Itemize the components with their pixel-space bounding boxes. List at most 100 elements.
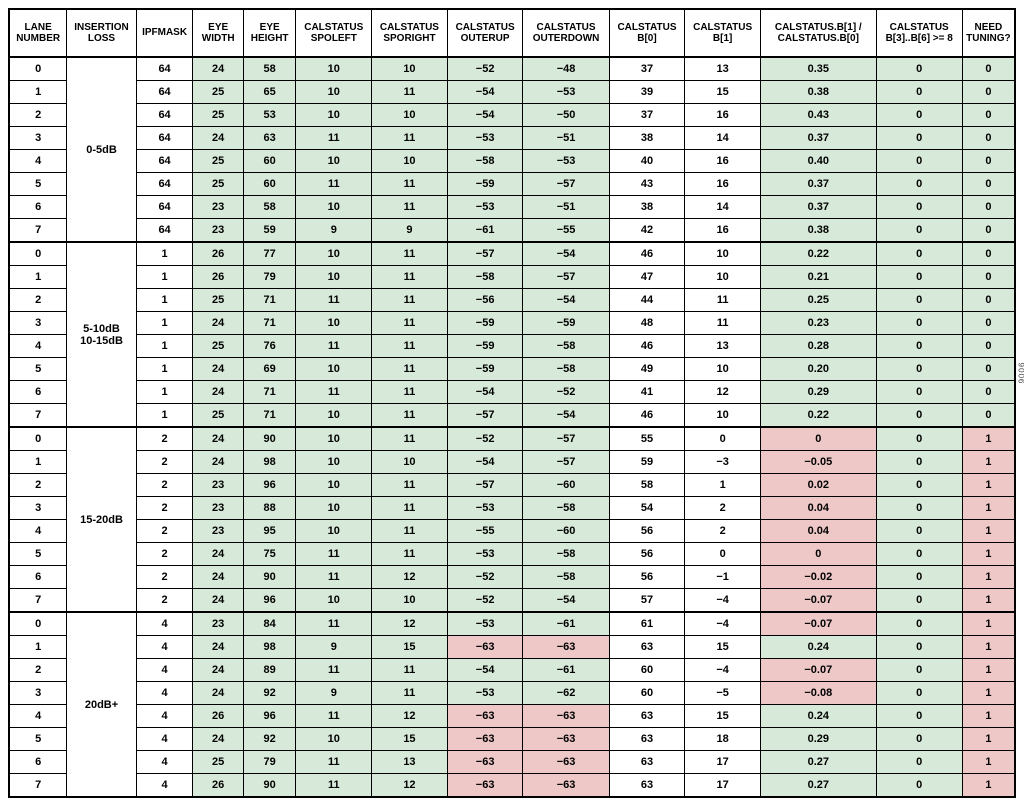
cell-od: −54: [523, 404, 609, 428]
cell-b0: 63: [609, 728, 685, 751]
cell-spl: 11: [296, 566, 372, 589]
cell-eh: 63: [243, 127, 296, 150]
cell-b0: 60: [609, 682, 685, 705]
cell-b1: 14: [685, 127, 761, 150]
cell-b0: 38: [609, 127, 685, 150]
cell-ipf: 2: [136, 497, 193, 520]
cell-b36: 0: [876, 335, 962, 358]
cell-ratio: 0: [760, 543, 876, 566]
cell-nt: 1: [962, 728, 1015, 751]
cell-ratio: 0.37: [760, 196, 876, 219]
cell-lane: 6: [9, 381, 67, 404]
cell-ipf: 64: [136, 127, 193, 150]
cell-spl: 10: [296, 104, 372, 127]
cell-lane: 2: [9, 104, 67, 127]
insertion-loss-group: 20dB+: [67, 612, 136, 797]
cell-ew: 24: [193, 659, 243, 682]
cell-b0: 57: [609, 589, 685, 613]
cell-eh: 79: [243, 266, 296, 289]
table-row: 342492911−53−6260−5−0.0801: [9, 682, 1015, 705]
cell-ipf: 64: [136, 173, 193, 196]
cell-ratio: 0.04: [760, 497, 876, 520]
cell-ratio: 0.29: [760, 728, 876, 751]
table-row: 1224981010−54−5759−3−0.0501: [9, 451, 1015, 474]
table-row: 4223951011−55−605620.0401: [9, 520, 1015, 543]
cell-b36: 0: [876, 659, 962, 682]
cell-lane: 2: [9, 659, 67, 682]
cell-ou: −59: [447, 358, 523, 381]
cell-ratio: −0.07: [760, 659, 876, 682]
cell-ou: −63: [447, 751, 523, 774]
table-row: 7224961010−52−5457−4−0.0701: [9, 589, 1015, 613]
cell-b1: 1: [685, 474, 761, 497]
cell-b36: 0: [876, 543, 962, 566]
cell-spr: 11: [372, 266, 448, 289]
column-header: CALSTATUS SPOLEFT: [296, 9, 372, 57]
cell-spl: 10: [296, 474, 372, 497]
cell-b1: −4: [685, 589, 761, 613]
cell-ipf: 4: [136, 705, 193, 728]
table-row: 66423581011−53−5138140.3700: [9, 196, 1015, 219]
cell-ratio: 0.38: [760, 219, 876, 243]
cell-spr: 11: [372, 497, 448, 520]
cell-b36: 0: [876, 774, 962, 798]
cell-ou: −53: [447, 127, 523, 150]
cell-lane: 1: [9, 266, 67, 289]
cell-ew: 25: [193, 335, 243, 358]
cell-b0: 44: [609, 289, 685, 312]
cell-ratio: 0.27: [760, 774, 876, 798]
cell-spl: 11: [296, 751, 372, 774]
column-header: CALSTATUS SPORIGHT: [372, 9, 448, 57]
cell-ew: 24: [193, 682, 243, 705]
cell-b1: 15: [685, 636, 761, 659]
cell-od: −62: [523, 682, 609, 705]
cell-eh: 96: [243, 589, 296, 613]
cell-b0: 37: [609, 104, 685, 127]
cell-od: −50: [523, 104, 609, 127]
cell-spl: 11: [296, 127, 372, 150]
cell-spr: 11: [372, 520, 448, 543]
cell-spl: 10: [296, 589, 372, 613]
cell-ou: −57: [447, 474, 523, 497]
cell-ratio: 0.24: [760, 636, 876, 659]
cell-spr: 12: [372, 612, 448, 636]
cell-od: −53: [523, 150, 609, 173]
column-header: CALSTATUS B[1]: [685, 9, 761, 57]
cell-ratio: 0.25: [760, 289, 876, 312]
cell-b0: 63: [609, 636, 685, 659]
table-row: 16425651011−54−5339150.3800: [9, 81, 1015, 104]
cell-nt: 1: [962, 427, 1015, 451]
cell-ratio: 0.28: [760, 335, 876, 358]
cell-ratio: 0.38: [760, 81, 876, 104]
cell-nt: 1: [962, 612, 1015, 636]
cell-b0: 56: [609, 566, 685, 589]
cell-lane: 6: [9, 566, 67, 589]
cell-ou: −57: [447, 404, 523, 428]
cell-ratio: 0.22: [760, 242, 876, 266]
cell-b1: 13: [685, 335, 761, 358]
cell-eh: 59: [243, 219, 296, 243]
cell-spl: 11: [296, 705, 372, 728]
cell-od: −58: [523, 335, 609, 358]
table-row: 2125711111−56−5444110.2500: [9, 289, 1015, 312]
cell-eh: 58: [243, 196, 296, 219]
cell-eh: 71: [243, 381, 296, 404]
cell-ew: 23: [193, 196, 243, 219]
cell-spr: 10: [372, 57, 448, 81]
cell-b36: 0: [876, 196, 962, 219]
table-row: 5124691011−59−5849100.2000: [9, 358, 1015, 381]
cell-b1: 16: [685, 150, 761, 173]
cell-nt: 0: [962, 358, 1015, 381]
cell-ew: 24: [193, 451, 243, 474]
table-row: 4125761111−59−5846130.2800: [9, 335, 1015, 358]
cell-spl: 10: [296, 266, 372, 289]
cell-b0: 49: [609, 358, 685, 381]
cell-b36: 0: [876, 57, 962, 81]
cell-b36: 0: [876, 358, 962, 381]
table-row: 46425601010−58−5340160.4000: [9, 150, 1015, 173]
cell-spl: 11: [296, 335, 372, 358]
table-row: 3124711011−59−5948110.2300: [9, 312, 1015, 335]
cell-ew: 24: [193, 358, 243, 381]
cell-ew: 24: [193, 589, 243, 613]
cell-eh: 90: [243, 774, 296, 798]
